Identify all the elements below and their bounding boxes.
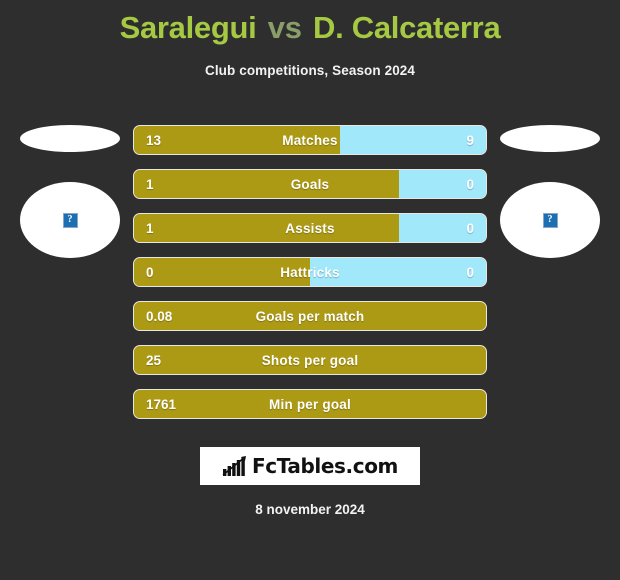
stat-label: Matches [282, 132, 338, 148]
home-player-name: Saralegui [119, 10, 257, 45]
fctables-logo[interactable]: FcTables.com [200, 447, 420, 485]
versus-label: vs [267, 10, 302, 45]
stat-bar-row: 0.08 Goals per match [133, 301, 487, 331]
stat-bar-row: 0 Hattricks 0 [133, 257, 487, 287]
footer-date: 8 november 2024 [255, 502, 365, 517]
fctables-logo-text: FcTables.com [252, 454, 398, 478]
stat-label: Hattricks [280, 264, 340, 280]
away-stat-value: 0 [466, 176, 474, 192]
stat-label: Min per goal [269, 396, 351, 412]
stat-label: Shots per goal [261, 352, 359, 368]
stat-bar-row: 13 Matches 9 [133, 125, 487, 155]
bar-chart-icon [222, 456, 247, 476]
away-stat-value: 0 [466, 220, 474, 236]
page-subtitle: Club competitions, Season 2024 [204, 63, 416, 78]
away-player-panel: ? [488, 112, 612, 262]
broken-image-glyph: ? [547, 214, 553, 225]
stat-bar-row: 1761 Min per goal [133, 389, 487, 419]
stat-bar-row: 25 Shots per goal [133, 345, 487, 375]
home-name-oval [20, 125, 120, 152]
away-stat-value: 9 [466, 132, 474, 148]
broken-image-icon: ? [542, 212, 558, 228]
stat-label: Assists [285, 220, 335, 236]
away-photo-oval: ? [500, 182, 600, 258]
broken-image-icon: ? [62, 212, 78, 228]
stats-comparison-page: Saralegui vs D. Calcaterra Club competit… [0, 0, 620, 580]
stat-bar-row: 1 Goals 0 [133, 169, 487, 199]
away-player-name: D. Calcaterra [313, 10, 501, 45]
stats-bar-list: 13 Matches 9 1 Goals 0 1 Assists 0 0 Hattricks 0 0.0… [133, 125, 487, 433]
page-title: Saralegui vs D. Calcaterra [0, 10, 620, 46]
away-stat-value: 0 [466, 264, 474, 280]
stat-bar-row: 1 Assists 0 [133, 213, 487, 243]
home-player-panel: ? [8, 112, 132, 262]
away-name-oval [500, 125, 600, 152]
stat-label: Goals per match [255, 308, 365, 324]
home-photo-oval: ? [20, 182, 120, 258]
broken-image-glyph: ? [67, 214, 73, 225]
stat-label: Goals [290, 176, 330, 192]
